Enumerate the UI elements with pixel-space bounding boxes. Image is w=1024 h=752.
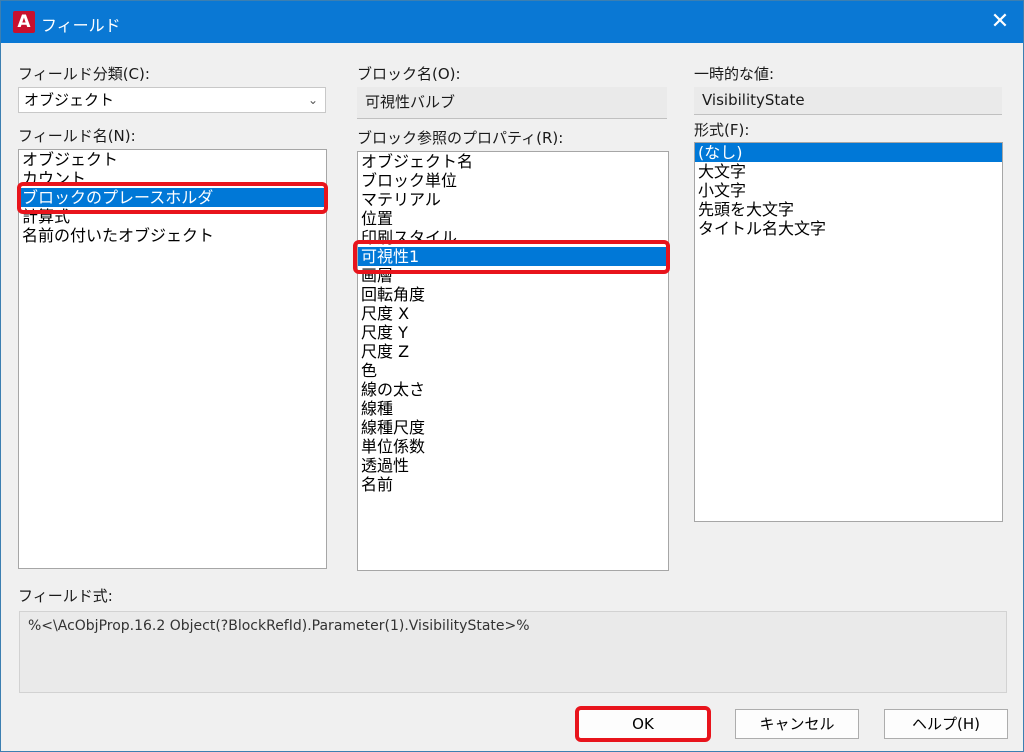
field-category-label: フィールド分類(C):: [18, 65, 150, 83]
property-item[interactable]: 線種尺度: [358, 418, 668, 437]
property-item[interactable]: 線の太さ: [358, 380, 668, 399]
autocad-icon: A: [13, 11, 35, 33]
title-bar[interactable]: A フィールド ✕: [1, 1, 1023, 43]
temp-value-label: 一時的な値:: [694, 65, 775, 83]
block-properties-label: ブロック参照のプロパティ(R):: [357, 129, 564, 147]
property-item[interactable]: 位置: [358, 209, 668, 228]
format-item[interactable]: (なし): [695, 143, 1002, 162]
field-name-list[interactable]: オブジェクト カウント ブロックのプレースホルダ 計算式 名前の付いたオブジェクト: [18, 149, 327, 569]
field-expression-box[interactable]: %<\AcObjProp.16.2 Object(?BlockRefId).Pa…: [19, 611, 1007, 693]
format-label: 形式(F):: [694, 121, 750, 139]
help-button[interactable]: ヘルプ(H): [884, 709, 1008, 739]
field-category-value: オブジェクト: [24, 91, 115, 109]
field-name-label: フィールド名(N):: [18, 127, 136, 145]
property-item[interactable]: 名前: [358, 475, 668, 494]
close-icon[interactable]: ✕: [977, 1, 1023, 43]
property-item[interactable]: 印刷スタイル: [358, 228, 668, 247]
dialog-title: フィールド: [41, 16, 121, 35]
field-dialog: A フィールド ✕ フィールド分類(C): オブジェクト ⌄ フィールド名(N)…: [0, 0, 1024, 752]
property-item[interactable]: マテリアル: [358, 190, 668, 209]
field-name-item[interactable]: カウント: [19, 169, 326, 188]
ok-button[interactable]: OK: [578, 709, 708, 739]
property-item[interactable]: 色: [358, 361, 668, 380]
property-item[interactable]: 回転角度: [358, 285, 668, 304]
field-name-item[interactable]: 名前の付いたオブジェクト: [19, 226, 326, 245]
field-name-item[interactable]: ブロックのプレースホルダ: [19, 188, 326, 207]
property-item[interactable]: 画層: [358, 266, 668, 285]
block-properties-list[interactable]: オブジェクト名 ブロック単位 マテリアル 位置 印刷スタイル 可視性1 画層 回転角度 尺度 X…: [357, 151, 669, 571]
field-expression-label: フィールド式:: [18, 587, 113, 605]
property-item[interactable]: ブロック単位: [358, 171, 668, 190]
field-name-item[interactable]: 計算式: [19, 207, 326, 226]
cancel-button[interactable]: キャンセル: [735, 709, 859, 739]
property-item[interactable]: 線種: [358, 399, 668, 418]
format-list[interactable]: (なし) 大文字 小文字 先頭を大文字 タイトル名大文字: [694, 142, 1003, 522]
property-item[interactable]: 尺度 Z: [358, 342, 668, 361]
property-item[interactable]: 透過性: [358, 456, 668, 475]
property-item[interactable]: 単位係数: [358, 437, 668, 456]
property-item[interactable]: 尺度 Y: [358, 323, 668, 342]
format-item[interactable]: 小文字: [695, 181, 1002, 200]
block-name-label: ブロック名(O):: [357, 65, 461, 83]
field-name-item[interactable]: オブジェクト: [19, 150, 326, 169]
property-item[interactable]: 尺度 X: [358, 304, 668, 323]
format-item[interactable]: 大文字: [695, 162, 1002, 181]
chevron-down-icon[interactable]: ⌄: [308, 88, 318, 112]
field-category-combo[interactable]: オブジェクト ⌄: [18, 87, 326, 113]
format-item[interactable]: タイトル名大文字: [695, 219, 1002, 238]
property-item[interactable]: オブジェクト名: [358, 152, 668, 171]
block-name-value: 可視性バルブ: [357, 87, 667, 119]
temp-value: VisibilityState: [694, 87, 1002, 115]
format-item[interactable]: 先頭を大文字: [695, 200, 1002, 219]
property-item[interactable]: 可視性1: [358, 247, 668, 266]
